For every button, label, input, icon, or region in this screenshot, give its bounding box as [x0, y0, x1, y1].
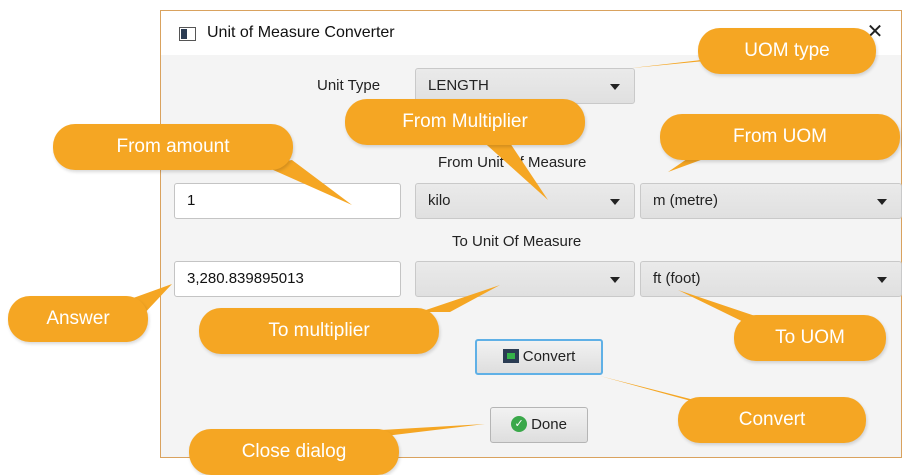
callout-from-amount: From amount: [53, 124, 293, 170]
callout-uom-type: UOM type: [698, 28, 876, 74]
callout-convert: Convert: [678, 397, 866, 443]
callout-from-uom: From UOM: [660, 114, 900, 160]
to-multiplier-pointer: [420, 285, 500, 312]
callout-to-uom: To UOM: [734, 315, 886, 361]
callout-from-multiplier: From Multiplier: [345, 99, 585, 145]
callout-answer: Answer: [8, 296, 148, 342]
callout-close-dialog: Close dialog: [189, 429, 399, 475]
callout-to-multiplier: To multiplier: [199, 308, 439, 354]
